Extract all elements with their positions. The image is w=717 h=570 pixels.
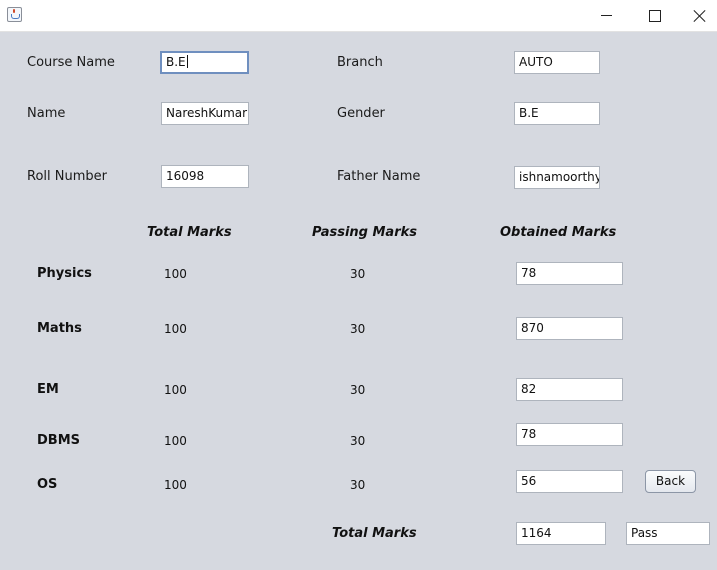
maximize-button[interactable] [632, 0, 678, 31]
name-field[interactable]: NareshKumar [161, 102, 249, 125]
subject-label: DBMS [37, 433, 80, 448]
java-app-icon [7, 7, 22, 22]
summary-total-label: Total Marks [332, 526, 417, 541]
close-button[interactable] [677, 0, 717, 31]
branch-label: Branch [337, 55, 383, 70]
name-label: Name [27, 106, 66, 121]
obtained-marks-field[interactable]: 78 [516, 262, 623, 285]
course-name-label: Course Name [27, 55, 115, 70]
maximize-icon [649, 9, 661, 22]
passing-marks-header: Passing Marks [312, 225, 417, 240]
minimize-icon [600, 15, 612, 16]
total-marks-value: 100 [164, 383, 187, 397]
course-name-field[interactable]: B.E [160, 51, 249, 74]
total-marks-header: Total Marks [147, 225, 232, 240]
gender-field[interactable]: B.E [514, 102, 600, 125]
subject-label: EM [37, 382, 59, 397]
branch-field[interactable]: AUTO [514, 51, 600, 74]
obtained-marks-field[interactable]: 56 [516, 470, 623, 493]
course-name-value: B.E [166, 55, 186, 69]
obtained-marks-field[interactable]: 870 [516, 317, 623, 340]
roll-number-label: Roll Number [27, 169, 107, 184]
minimize-button[interactable] [583, 0, 629, 31]
roll-number-field[interactable]: 16098 [161, 165, 249, 188]
obtained-marks-field[interactable]: 82 [516, 378, 623, 401]
back-button[interactable]: Back [645, 470, 696, 493]
total-marks-value: 100 [164, 322, 187, 336]
obtained-marks-field[interactable]: 78 [516, 423, 623, 446]
passing-marks-value: 30 [350, 267, 366, 281]
father-name-label: Father Name [337, 169, 421, 184]
subject-label: Physics [37, 266, 92, 281]
passing-marks-value: 30 [350, 322, 366, 336]
father-name-field[interactable]: ishnamoorthy [514, 166, 600, 189]
gender-label: Gender [337, 106, 385, 121]
obtained-marks-header: Obtained Marks [500, 225, 617, 240]
passing-marks-value: 30 [350, 383, 366, 397]
subject-label: OS [37, 477, 58, 492]
total-marks-field[interactable]: 1164 [516, 522, 606, 545]
total-marks-value: 100 [164, 434, 187, 448]
close-icon [693, 9, 707, 23]
total-marks-value: 100 [164, 267, 187, 281]
result-field[interactable]: Pass [626, 522, 710, 545]
passing-marks-value: 30 [350, 434, 366, 448]
title-bar [0, 0, 717, 32]
total-marks-value: 100 [164, 478, 187, 492]
subject-label: Maths [37, 321, 82, 336]
passing-marks-value: 30 [350, 478, 366, 492]
